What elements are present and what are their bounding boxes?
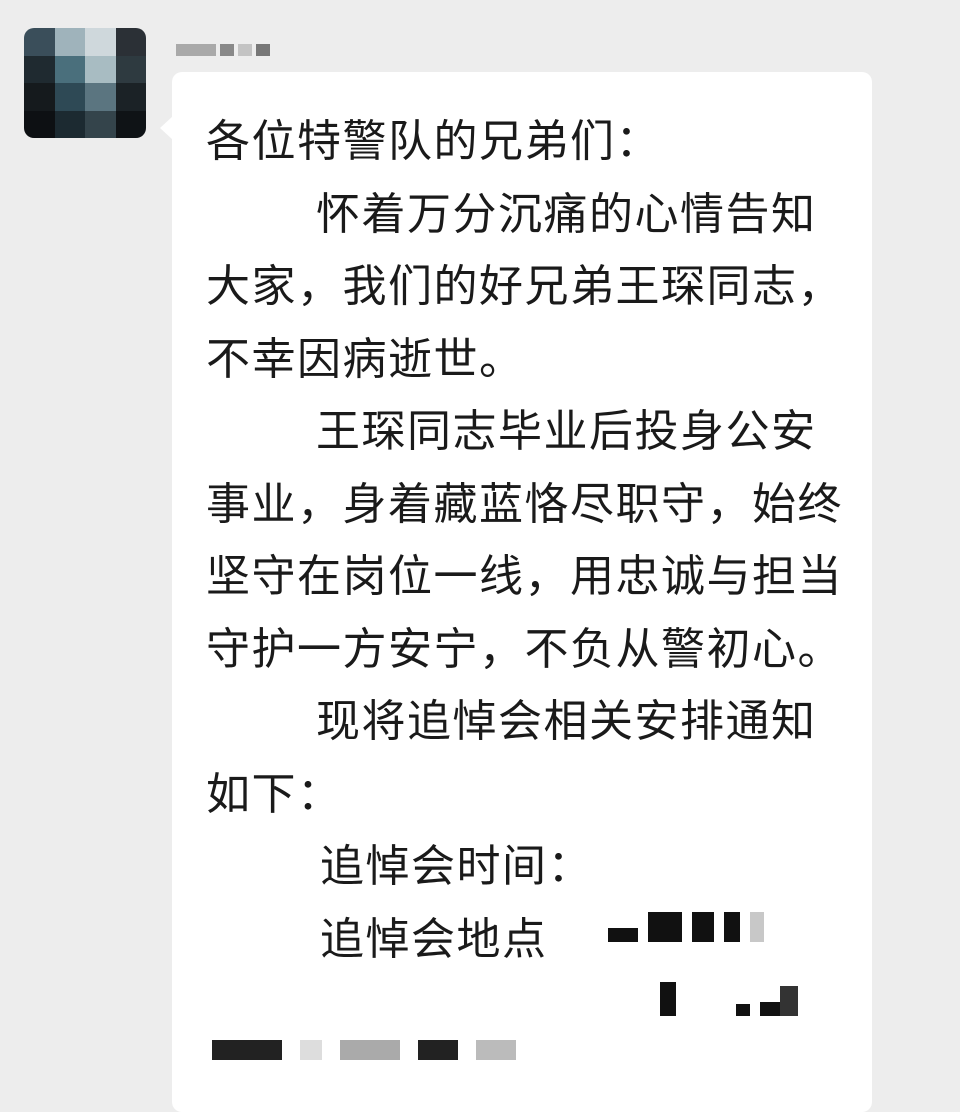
sender-avatar[interactable] bbox=[24, 28, 146, 138]
message-paragraph-3: 现将追悼会相关安排通知如下： bbox=[206, 696, 817, 820]
message-text: 各位特警队的兄弟们： 怀着万分沉痛的心情告知大家，我们的好兄弟王琛同志，不幸因病… bbox=[206, 106, 846, 976]
message-paragraph-1: 怀着万分沉痛的心情告知大家，我们的好兄弟王琛同志，不幸因病逝世。 bbox=[206, 188, 843, 385]
redacted-time-value bbox=[608, 912, 764, 942]
message-paragraph-2: 王琛同志毕业后投身公安事业，身着藏蓝恪尽职守，始终坚守在岗位一线，用忠诚与担当守… bbox=[206, 406, 843, 675]
memorial-time-label: 追悼会时间： bbox=[320, 841, 593, 892]
message-bubble[interactable]: 各位特警队的兄弟们： 怀着万分沉痛的心情告知大家，我们的好兄弟王琛同志，不幸因病… bbox=[160, 72, 872, 1112]
redacted-location-value bbox=[660, 982, 798, 1016]
message-greeting: 各位特警队的兄弟们： bbox=[206, 116, 661, 167]
redacted-next-line bbox=[212, 1040, 516, 1060]
sender-name-redacted bbox=[176, 42, 270, 58]
